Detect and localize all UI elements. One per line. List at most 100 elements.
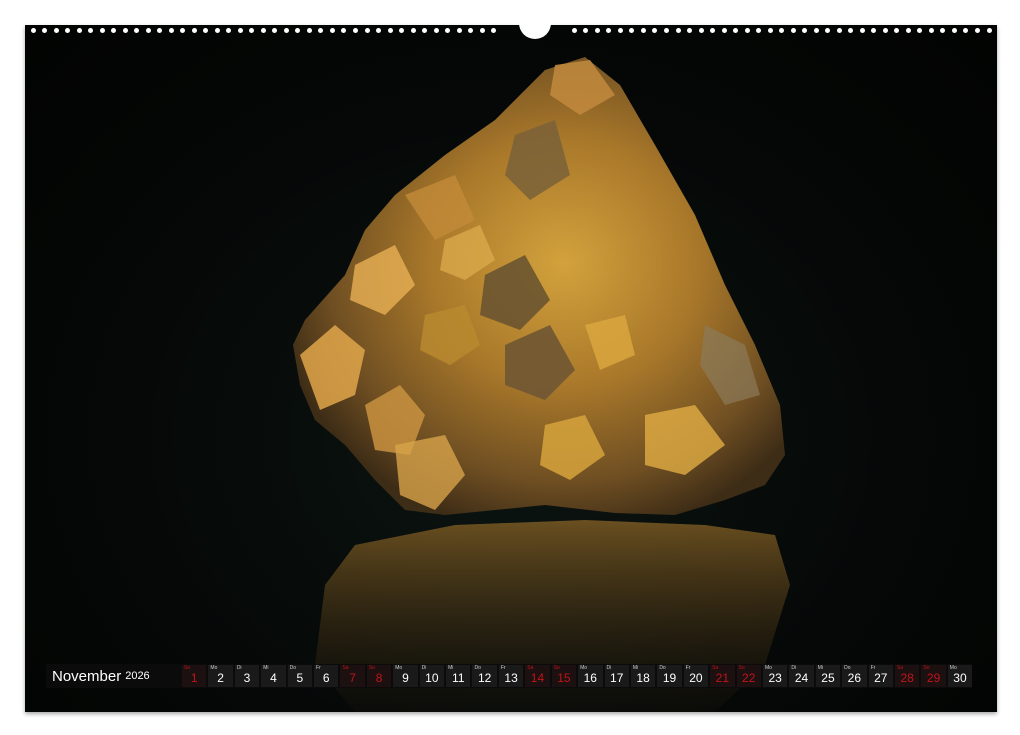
day-number: 1 bbox=[190, 671, 198, 685]
binding-hole bbox=[168, 28, 174, 33]
day-number: 9 bbox=[402, 671, 409, 685]
binding-hole bbox=[226, 28, 232, 33]
calendar-day: So 22 bbox=[736, 665, 761, 687]
day-number: 3 bbox=[243, 671, 251, 685]
binding-hole bbox=[422, 28, 428, 33]
binding-hole bbox=[468, 28, 474, 33]
day-number: 7 bbox=[349, 671, 356, 685]
binding-hole bbox=[272, 28, 278, 33]
binding-hole bbox=[940, 28, 946, 33]
binding-hole bbox=[214, 28, 220, 33]
day-number: 27 bbox=[874, 671, 888, 685]
calendar-day: Fr 20 bbox=[683, 665, 709, 687]
binding-hole bbox=[663, 28, 669, 33]
binding-hole bbox=[410, 28, 416, 33]
binding-hole bbox=[295, 28, 301, 33]
binding-hole bbox=[111, 28, 117, 33]
binding-hole bbox=[249, 28, 255, 33]
binding-hole bbox=[145, 28, 151, 33]
binding-hole bbox=[882, 28, 888, 33]
binding-hole bbox=[88, 28, 94, 33]
binding-hole bbox=[756, 28, 762, 33]
calendar-day: So 8 bbox=[366, 665, 392, 687]
calendar-day: Mi 18 bbox=[630, 665, 656, 687]
day-number: 11 bbox=[452, 671, 465, 685]
calendar-day: Mo 2 bbox=[208, 665, 233, 687]
calendar-day: Sa 14 bbox=[525, 665, 550, 687]
binding-hole bbox=[99, 28, 105, 33]
day-number: 13 bbox=[504, 671, 518, 685]
binding-hole bbox=[479, 28, 485, 33]
binding-hole bbox=[617, 28, 623, 33]
day-number: 29 bbox=[926, 671, 941, 685]
calendar-day: Mi 25 bbox=[815, 665, 841, 687]
day-number: 2 bbox=[217, 671, 224, 685]
binding-hole bbox=[813, 28, 819, 33]
binding-hole bbox=[329, 28, 335, 33]
binding-hole bbox=[974, 28, 980, 33]
calendar-day: So 29 bbox=[921, 665, 946, 687]
calendar-day: Fr 6 bbox=[314, 665, 339, 687]
calendar-day: Mi 4 bbox=[261, 665, 286, 687]
calendar-day: So 1 bbox=[182, 665, 207, 687]
calendar-day: Mi 11 bbox=[446, 665, 471, 687]
day-number: 17 bbox=[610, 671, 624, 685]
binding-hole bbox=[180, 28, 186, 33]
day-number: 8 bbox=[375, 671, 383, 685]
day-number: 24 bbox=[794, 671, 809, 685]
calendar-day: Mo 9 bbox=[393, 665, 418, 687]
calendar-day: Fr 27 bbox=[868, 665, 893, 687]
day-number: 5 bbox=[296, 671, 304, 685]
binding-hole bbox=[629, 28, 635, 33]
day-number: 26 bbox=[847, 671, 862, 685]
binding-hole bbox=[76, 28, 82, 33]
hanger-notch bbox=[519, 19, 551, 39]
binding-hole bbox=[318, 28, 324, 33]
calendar-day: Sa 21 bbox=[710, 665, 735, 687]
day-number: 19 bbox=[662, 671, 677, 685]
binding-hole bbox=[986, 28, 992, 33]
binding-hole bbox=[951, 28, 957, 33]
month-label: November 2026 bbox=[46, 664, 182, 688]
binding-hole bbox=[65, 28, 71, 33]
binding-hole bbox=[802, 28, 808, 33]
binding-hole bbox=[710, 28, 716, 33]
calendar-day: Mo 16 bbox=[578, 665, 603, 687]
month-name: November bbox=[52, 667, 122, 685]
calendar-day: Di 17 bbox=[604, 665, 629, 687]
day-number: 14 bbox=[530, 671, 545, 685]
binding-hole bbox=[917, 28, 923, 33]
day-number: 18 bbox=[636, 671, 650, 685]
binding-hole bbox=[491, 28, 497, 33]
binding-hole bbox=[157, 28, 163, 33]
day-number: 10 bbox=[425, 671, 439, 685]
calendar-bar: November 2026 So 1 Mo 2 Di 3 Mi 4 Do 5 Fr 6 Sa 7 So 8 Mo… bbox=[46, 664, 973, 688]
calendar-day: Do 12 bbox=[472, 665, 497, 687]
binding-hole bbox=[698, 28, 704, 33]
binding-hole bbox=[687, 28, 693, 33]
binding-hole bbox=[721, 28, 727, 33]
binding-hole bbox=[848, 28, 854, 33]
calendar-day: Mo 23 bbox=[762, 665, 788, 687]
binding-hole bbox=[905, 28, 911, 33]
binding-hole bbox=[122, 28, 128, 33]
calendar-day: Mo 30 bbox=[947, 665, 973, 687]
binding-hole bbox=[376, 28, 382, 33]
mineral-illustration bbox=[293, 57, 790, 712]
calendar-day: Do 19 bbox=[657, 665, 682, 687]
binding-hole bbox=[963, 28, 969, 33]
day-number: 28 bbox=[900, 671, 914, 685]
day-number: 25 bbox=[821, 671, 835, 685]
binding-hole bbox=[283, 28, 289, 33]
calendar-day: Do 5 bbox=[287, 665, 313, 687]
binding-hole bbox=[30, 28, 36, 33]
binding-hole bbox=[353, 28, 358, 33]
binding-hole bbox=[871, 28, 877, 33]
calendar-day: Do 26 bbox=[842, 665, 867, 687]
binding-hole bbox=[571, 28, 577, 33]
binding-hole bbox=[836, 28, 842, 33]
calendar-day: Di 10 bbox=[419, 665, 445, 687]
binding-hole bbox=[364, 28, 370, 33]
calendar-day: Fr 13 bbox=[498, 665, 524, 687]
binding-hole bbox=[744, 28, 750, 33]
